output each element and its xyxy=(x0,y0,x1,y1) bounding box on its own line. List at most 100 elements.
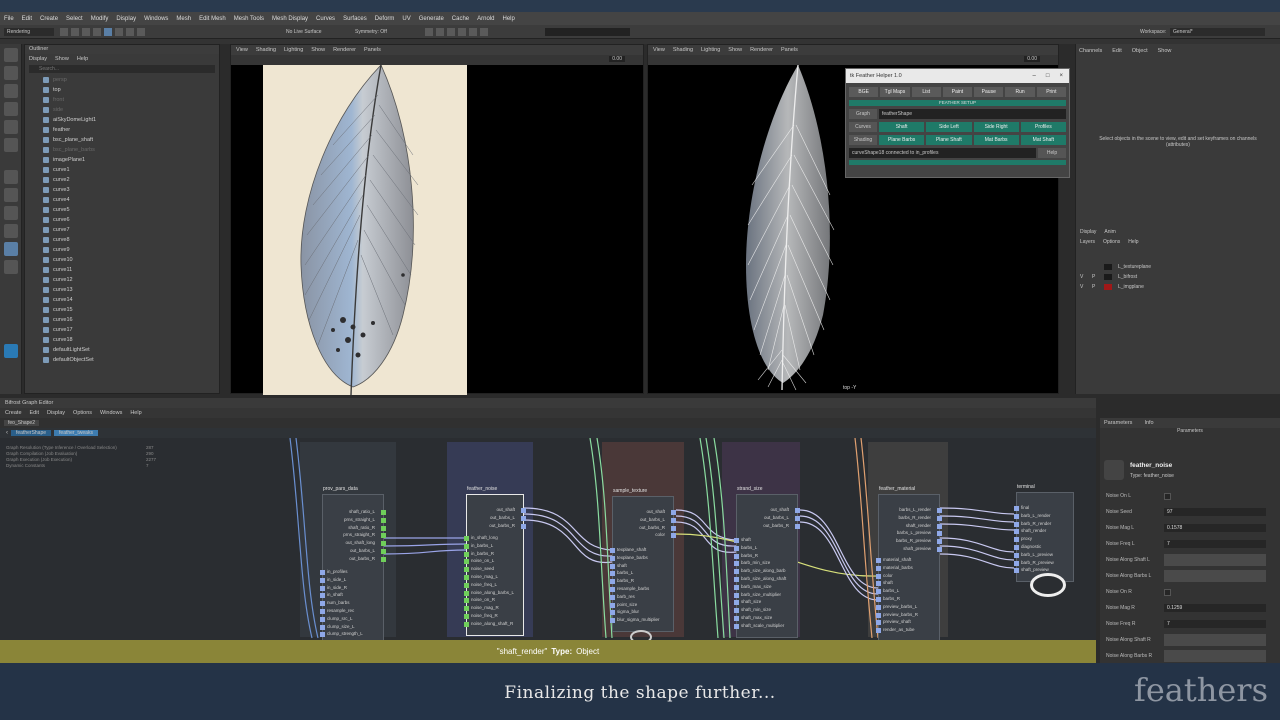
node-input-port[interactable]: final xyxy=(1021,505,1029,510)
param-tab-parameters[interactable]: Parameters xyxy=(1104,420,1132,426)
output-port-dot[interactable] xyxy=(381,556,386,562)
command-field[interactable] xyxy=(545,28,630,36)
outliner-item[interactable]: curve9 xyxy=(25,245,219,255)
helper-button-mat-barbs[interactable]: Mat Barbs xyxy=(973,134,1019,145)
node-input-port[interactable]: render_as_tube xyxy=(883,627,915,632)
channel-menu-show[interactable]: Show xyxy=(1158,48,1172,54)
output-port-dot[interactable] xyxy=(937,508,942,513)
layer-row[interactable]: V P L_bifrost xyxy=(1080,272,1275,282)
outliner-item[interactable]: curve8 xyxy=(25,235,219,245)
viewport-menu-view[interactable]: View xyxy=(653,47,665,53)
node-output-port[interactable]: prns_straight_L xyxy=(344,517,375,522)
node-input-port[interactable]: material_shaft xyxy=(883,557,911,562)
node-input-port[interactable]: preview_barbs_R xyxy=(883,612,918,617)
parameter-curve[interactable] xyxy=(1164,650,1266,662)
input-port-dot[interactable] xyxy=(610,563,615,569)
move-tool-icon[interactable] xyxy=(4,102,18,116)
node-output-port[interactable]: shaft_ratio_L xyxy=(349,509,375,514)
terminal-radial-icon[interactable] xyxy=(1030,573,1066,597)
node-input-port[interactable]: barb_R_render xyxy=(1021,521,1051,526)
viewport-menu-lighting[interactable]: Lighting xyxy=(701,47,720,53)
parameter-field[interactable]: 7 xyxy=(1164,620,1266,628)
input-port-dot[interactable] xyxy=(876,581,881,587)
input-port-dot[interactable] xyxy=(464,598,469,604)
graph-field[interactable]: featherShape xyxy=(879,108,1066,119)
outliner-item[interactable]: top xyxy=(25,85,219,95)
menu-windows[interactable]: Windows xyxy=(144,16,168,22)
graph-canvas[interactable]: Graph Resolution (Type Inference / Overl… xyxy=(0,438,1096,663)
input-port-dot[interactable] xyxy=(734,592,739,598)
layer-color-swatch[interactable] xyxy=(1104,274,1112,280)
layer-row[interactable]: L_textureplane xyxy=(1080,262,1275,272)
input-port-dot[interactable] xyxy=(1014,513,1019,519)
viewport-menu-view[interactable]: View xyxy=(236,47,248,53)
node-input-port[interactable]: preview_shaft xyxy=(883,619,911,624)
node-input-port[interactable]: noise_on_L xyxy=(471,558,494,563)
node-input-port[interactable]: shaft xyxy=(883,580,893,585)
node-input-port[interactable]: barb_size_along_barb xyxy=(741,568,786,573)
outliner-item[interactable]: curve5 xyxy=(25,205,219,215)
node-input-port[interactable]: material_barbs xyxy=(883,565,913,570)
output-port-dot[interactable] xyxy=(381,549,386,554)
node-input-port[interactable]: shaft_min_size xyxy=(741,607,771,612)
menu-edit[interactable]: Edit xyxy=(22,16,32,22)
node-input-port[interactable]: proxy xyxy=(1021,536,1032,541)
input-port-dot[interactable] xyxy=(320,616,325,622)
node-input-port[interactable]: in_side_L xyxy=(327,577,346,582)
outliner-item[interactable]: curve15 xyxy=(25,305,219,315)
outliner-item[interactable]: curve10 xyxy=(25,255,219,265)
node-input-port[interactable]: noise_along_barbs_L xyxy=(471,590,514,595)
viewport-menu-show[interactable]: Show xyxy=(311,47,325,53)
input-port-dot[interactable] xyxy=(610,594,615,600)
outliner-item[interactable]: curve13 xyxy=(25,285,219,295)
graph-node-texture[interactable]: sample_texture out_shaft out_barbs_L out_ba… xyxy=(610,488,676,632)
input-port-dot[interactable] xyxy=(464,551,469,557)
output-port-dot[interactable] xyxy=(795,523,800,529)
input-port-dot[interactable] xyxy=(320,601,325,607)
parameter-field[interactable]: 0.1578 xyxy=(1164,524,1266,532)
input-port-dot[interactable] xyxy=(876,589,881,595)
layer-tab-anim[interactable]: Anim xyxy=(1104,229,1115,235)
input-port-dot[interactable] xyxy=(734,538,739,543)
menu-uv[interactable]: UV xyxy=(402,16,410,22)
graph-node-strand[interactable]: strand_size out_shaft out_barbs_L out_barbs… xyxy=(734,486,800,638)
node-output-port[interactable]: barbs_R_render xyxy=(898,515,931,520)
help-button[interactable]: Help xyxy=(1038,147,1066,158)
node-output-port[interactable]: out_barbs_R xyxy=(763,523,789,528)
menu-display[interactable]: Display xyxy=(116,16,136,22)
input-port-dot[interactable] xyxy=(876,597,881,602)
live-surface[interactable]: No Live Surface xyxy=(286,29,322,35)
menu-curves[interactable]: Curves xyxy=(316,16,335,22)
input-port-dot[interactable] xyxy=(1014,529,1019,535)
search-icon[interactable] xyxy=(4,260,18,274)
layout-outliner-icon[interactable] xyxy=(4,242,18,256)
input-port-dot[interactable] xyxy=(464,590,469,596)
node-input-port[interactable]: barbs_L xyxy=(883,588,899,593)
node-input-port[interactable]: shaft_preview xyxy=(1021,567,1049,572)
outliner-item[interactable]: bsc_plane_barbs xyxy=(25,145,219,155)
input-port-dot[interactable] xyxy=(876,628,881,634)
outliner-search[interactable]: Search... xyxy=(29,65,215,73)
viewport-menu-shading[interactable]: Shading xyxy=(673,47,693,53)
outliner-item[interactable]: curve2 xyxy=(25,175,219,185)
graph-menu-options[interactable]: Options xyxy=(73,410,92,416)
node-input-port[interactable]: in_side_R xyxy=(327,585,347,590)
output-port-dot[interactable] xyxy=(937,531,942,537)
node-input-port[interactable]: barb_L_render xyxy=(1021,513,1051,518)
close-icon[interactable]: × xyxy=(1059,73,1063,79)
outliner-item[interactable]: side xyxy=(25,105,219,115)
input-port-dot[interactable] xyxy=(610,587,615,592)
lasso-tool-icon[interactable] xyxy=(4,66,18,80)
node-input-port[interactable]: barb_res xyxy=(617,594,635,599)
layer-visibility[interactable]: V xyxy=(1080,284,1086,290)
outliner-item[interactable]: feather xyxy=(25,125,219,135)
node-input-port[interactable]: shaft_size xyxy=(741,599,761,604)
helper-button-bge[interactable]: BGE xyxy=(849,87,879,97)
input-port-dot[interactable] xyxy=(1014,537,1019,543)
node-output-port[interactable]: out_barbs_L xyxy=(490,515,515,520)
node-input-port[interactable]: noise_along_shaft_R xyxy=(471,621,513,626)
outliner-menu-show[interactable]: Show xyxy=(55,56,69,62)
graph-node-material[interactable]: feather_material barbs_L_render barbs_R_re… xyxy=(876,486,942,642)
node-input-port[interactable]: shaft xyxy=(617,563,627,568)
input-port-dot[interactable] xyxy=(1014,568,1019,574)
